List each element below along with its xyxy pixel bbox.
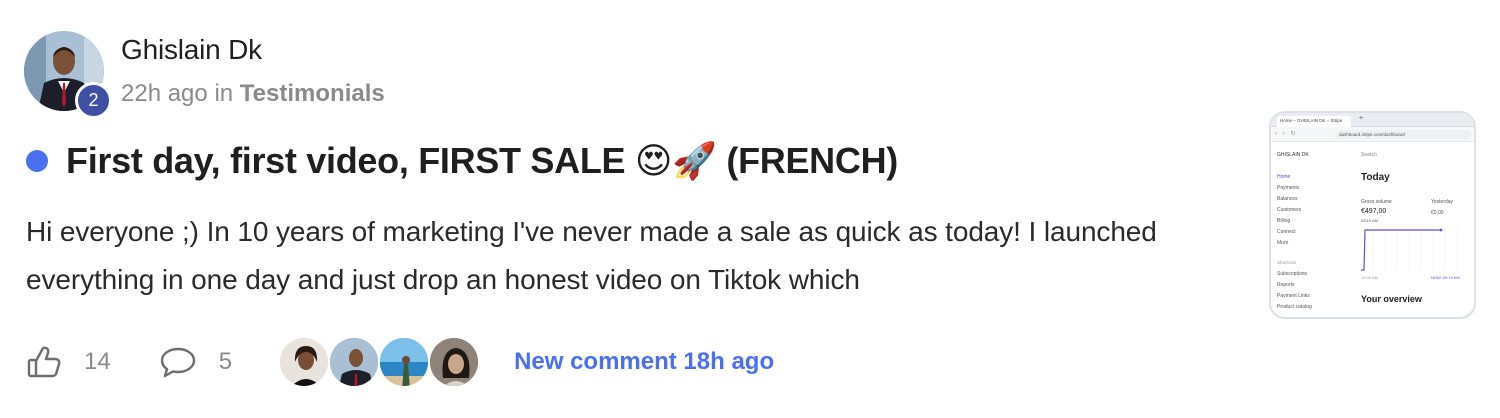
like-count: 14 bbox=[84, 348, 111, 375]
thumb-nav-item: Connect bbox=[1277, 229, 1296, 235]
post-meta: 22h ago in Testimonials bbox=[121, 80, 385, 108]
thumb-nav-item: More bbox=[1277, 240, 1289, 246]
thumb-nav-item: Billing bbox=[1277, 218, 1291, 224]
thumb-nav-item: Balances bbox=[1277, 196, 1298, 202]
attachment-thumbnail[interactable]: Home – GHISLAIN DK – Stripe + ‹ › ↻ dash… bbox=[1269, 111, 1476, 319]
commenter-avatar[interactable] bbox=[278, 336, 331, 388]
commenter-avatar[interactable] bbox=[378, 336, 431, 388]
thumb-section-label: Shortcuts bbox=[1277, 260, 1297, 265]
thumb-today-heading: Today bbox=[1361, 172, 1390, 183]
commenter-avatar[interactable] bbox=[428, 336, 481, 388]
thumb-url: dashboard.stripe.com/dashboard bbox=[1335, 130, 1471, 139]
thumb-shortcut-item: Reports bbox=[1277, 282, 1295, 288]
thumb-main: Search Today Gross volume Yesterday €497… bbox=[1361, 144, 1474, 317]
thumb-brand: GHISLAIN DK bbox=[1277, 152, 1309, 158]
thumb-yesterday-value: €0,00 bbox=[1431, 210, 1444, 216]
post-actions: 14 5 New comment 18h ago bbox=[26, 336, 774, 388]
thumb-nav-item: Home bbox=[1277, 174, 1291, 180]
thumb-shortcut-item: Subscriptions bbox=[1277, 271, 1308, 277]
post-time: 22h ago bbox=[121, 80, 208, 107]
thumb-x-start: 12:00 AM bbox=[1361, 275, 1378, 280]
thumb-volume-chart bbox=[1361, 228, 1458, 271]
thumb-new-tab-icon: + bbox=[1359, 115, 1364, 122]
thumb-tab-bar: Home – GHISLAIN DK – Stripe + bbox=[1271, 113, 1474, 127]
author-avatar-wrap[interactable]: 2 bbox=[24, 31, 112, 119]
post-title-row[interactable]: First day, first video, FIRST SALE 😍🚀 (F… bbox=[26, 140, 898, 182]
thumb-tab: Home – GHISLAIN DK – Stripe bbox=[1277, 116, 1351, 127]
thumb-shortcut-item: Product catalog bbox=[1277, 304, 1312, 310]
commenter-avatars[interactable] bbox=[278, 336, 481, 388]
level-badge: 2 bbox=[75, 82, 112, 119]
thumbs-up-icon[interactable] bbox=[26, 344, 62, 380]
unread-dot-icon bbox=[26, 150, 48, 172]
comment-bubble-icon[interactable] bbox=[159, 345, 197, 379]
thumb-nav-icons: ‹ › ↻ bbox=[1275, 131, 1298, 137]
new-comment-link[interactable]: New comment 18h ago bbox=[514, 348, 774, 376]
thumb-nav-item: Payments bbox=[1277, 185, 1300, 191]
thumb-nav-item: Customers bbox=[1277, 207, 1302, 213]
thumb-gross-volume-label: Gross volume bbox=[1361, 199, 1392, 205]
post-body[interactable]: Hi everyone ;) In 10 years of marketing … bbox=[26, 208, 1206, 304]
author-name[interactable]: Ghislain Dk bbox=[121, 34, 262, 66]
thumb-overview-heading: Your overview bbox=[1361, 294, 1422, 304]
thumb-gross-volume-time: 03:19 AM bbox=[1361, 218, 1378, 223]
thumb-yesterday-label: Yesterday bbox=[1431, 199, 1454, 205]
thumb-sidebar: GHISLAIN DK Home Payments Balances Custo… bbox=[1271, 144, 1355, 317]
thumb-x-end: NOW, 03:19 AM bbox=[1431, 275, 1460, 280]
commenter-avatar[interactable] bbox=[328, 336, 381, 388]
thumb-shortcut-item: Payment Links bbox=[1277, 293, 1310, 299]
post-category[interactable]: Testimonials bbox=[240, 80, 385, 107]
thumb-search: Search bbox=[1361, 152, 1377, 158]
comment-count: 5 bbox=[218, 348, 233, 375]
thumb-url-bar: ‹ › ↻ dashboard.stripe.com/dashboard bbox=[1271, 127, 1474, 142]
thumb-gross-volume: €497,00 bbox=[1361, 208, 1387, 215]
post-title[interactable]: First day, first video, FIRST SALE 😍🚀 (F… bbox=[66, 140, 898, 182]
post-in-label: in bbox=[214, 80, 234, 107]
